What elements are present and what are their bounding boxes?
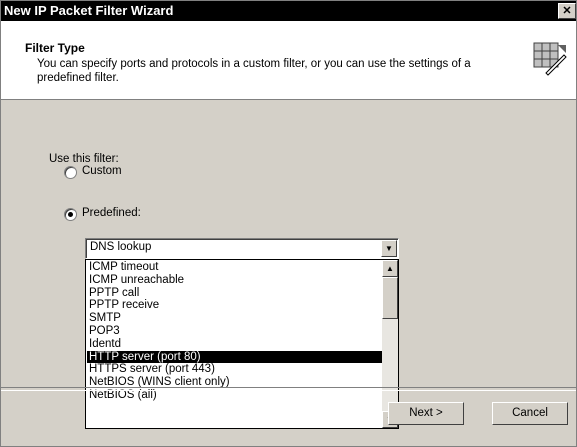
list-item[interactable]: ICMP timeout <box>87 261 382 274</box>
filter-list-items: ICMP timeout ICMP unreachable PPTP call PPT… <box>87 261 382 402</box>
chevron-down-icon[interactable]: ▼ <box>381 240 397 257</box>
list-item[interactable]: SMTP <box>87 312 382 325</box>
radio-selected-dot <box>68 212 73 217</box>
window-title: New IP Packet Filter Wizard <box>4 3 174 18</box>
list-item[interactable]: Identd <box>87 338 382 351</box>
scroll-thumb[interactable] <box>382 277 398 319</box>
list-item[interactable]: PPTP receive <box>87 299 382 312</box>
scroll-up-icon[interactable]: ▲ <box>382 260 398 277</box>
custom-radio-circle[interactable] <box>64 166 77 179</box>
close-button[interactable]: ✕ <box>558 3 576 19</box>
list-item[interactable]: HTTPS server (port 443) <box>87 363 382 376</box>
list-item[interactable]: POP3 <box>87 325 382 338</box>
dropdown-value: DNS lookup <box>90 241 152 253</box>
next-button[interactable]: Next > <box>388 402 464 425</box>
predefined-radio-circle[interactable] <box>64 208 77 221</box>
predefined-radio-label: Predefined: <box>82 207 141 219</box>
button-separator <box>1 387 576 391</box>
title-bar: New IP Packet Filter Wizard ✕ <box>1 1 576 21</box>
list-item[interactable]: ICMP unreachable <box>87 274 382 287</box>
wizard-dialog: New IP Packet Filter Wizard ✕ Filter Typ… <box>0 0 577 447</box>
wizard-header: Filter Type You can specify ports and pr… <box>1 21 576 100</box>
list-item-selected[interactable]: HTTP server (port 80) <box>87 350 382 364</box>
list-item[interactable]: PPTP call <box>87 287 382 300</box>
use-filter-label: Use this filter: <box>49 153 119 165</box>
page-description: You can specify ports and protocols in a… <box>37 58 471 84</box>
cancel-button[interactable]: Cancel <box>492 402 568 425</box>
predefined-filter-dropdown[interactable]: DNS lookup ▼ <box>85 238 399 259</box>
page-title: Filter Type <box>25 41 85 55</box>
custom-radio-label: Custom <box>82 165 122 177</box>
filter-list[interactable]: ICMP timeout ICMP unreachable PPTP call PPT… <box>85 259 399 429</box>
wizard-filter-icon <box>533 42 567 76</box>
